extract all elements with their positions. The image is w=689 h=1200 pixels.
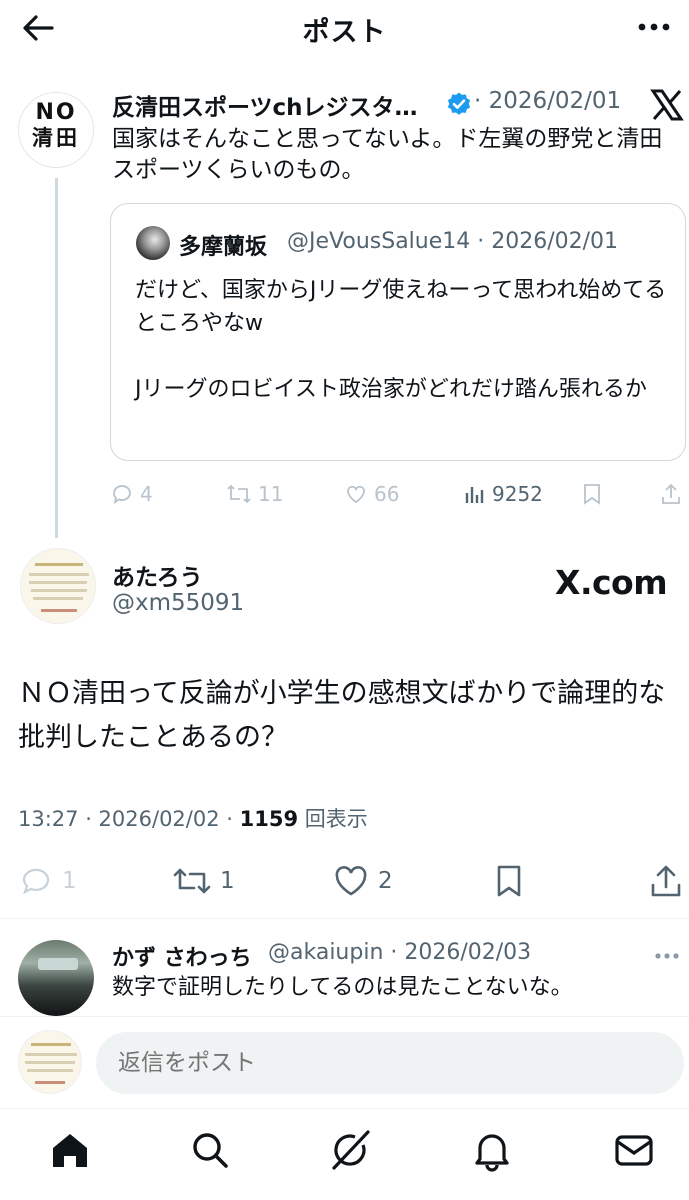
like-button[interactable]: 2 bbox=[332, 862, 393, 900]
top-header: ポスト bbox=[0, 0, 689, 56]
parent-repost-button[interactable]: 11 bbox=[226, 480, 283, 508]
quoted-handle-time: @JeVousSalue14 · 2026/02/01 bbox=[287, 229, 619, 254]
avatar-text: NO bbox=[35, 100, 77, 125]
main-tweet-meta: 13:27 · 2026/02/02 · 1159 回表示 bbox=[18, 803, 368, 833]
x-logo-icon[interactable] bbox=[650, 88, 684, 122]
post-time: 13:27 · 2026/02/02 · bbox=[18, 807, 240, 831]
parent-views-button[interactable]: 9252 bbox=[464, 480, 543, 508]
parent-like-button[interactable]: 66 bbox=[344, 480, 399, 508]
like-count: 2 bbox=[378, 868, 393, 894]
share-icon bbox=[648, 863, 684, 899]
repost-button[interactable]: 1 bbox=[172, 862, 235, 900]
grok-icon[interactable] bbox=[328, 1128, 372, 1172]
avatar-text: 清田 bbox=[32, 126, 80, 150]
views-count: 9252 bbox=[492, 482, 543, 506]
parent-display-name[interactable]: 反清田スポーツchレジスタ… bbox=[112, 88, 418, 122]
more-vertical-icon[interactable] bbox=[634, 12, 674, 42]
heart-icon bbox=[332, 863, 370, 899]
repost-count: 1 bbox=[220, 868, 235, 894]
parent-timestamp: · 2026/02/01 bbox=[474, 88, 622, 114]
quoted-tweet-text: だけど、国家からJリーグ使えねーって思われ始めてるところやなw Jリーグのロビイ… bbox=[135, 278, 667, 402]
compose-avatar bbox=[18, 1030, 82, 1094]
repost-count: 11 bbox=[258, 482, 284, 506]
parent-avatar[interactable]: NO 清田 bbox=[18, 92, 94, 168]
parent-reply-button[interactable]: 4 bbox=[110, 480, 153, 508]
main-display-name[interactable]: あたろう bbox=[112, 558, 203, 592]
reply-count: 4 bbox=[140, 482, 153, 506]
like-count: 66 bbox=[374, 482, 400, 506]
search-icon[interactable] bbox=[188, 1128, 232, 1172]
share-icon bbox=[660, 482, 682, 506]
parent-tweet-text: 国家はそんなこと思ってないよ。ド左翼の野党と清田スポーツくらいのもの。 bbox=[112, 126, 663, 183]
heart-icon bbox=[344, 482, 368, 506]
main-handle[interactable]: @xm55091 bbox=[112, 590, 244, 616]
reply-button[interactable]: 1 bbox=[18, 862, 77, 900]
thread-connector-line bbox=[55, 178, 58, 538]
bookmark-icon bbox=[581, 482, 603, 506]
reply-avatar[interactable] bbox=[18, 940, 94, 1016]
share-button[interactable] bbox=[648, 862, 684, 900]
verified-badge-icon bbox=[446, 91, 472, 117]
bookmark-button[interactable] bbox=[492, 862, 526, 900]
notifications-icon[interactable] bbox=[470, 1128, 514, 1172]
main-avatar[interactable] bbox=[20, 548, 96, 624]
parent-bookmark-button[interactable] bbox=[581, 480, 603, 508]
home-icon[interactable] bbox=[48, 1128, 92, 1172]
quoted-avatar bbox=[136, 226, 170, 260]
reply-icon bbox=[110, 482, 134, 506]
repost-icon bbox=[172, 863, 212, 899]
reply-handle-time: @akaiupin · 2026/02/03 bbox=[268, 940, 532, 965]
reply-icon bbox=[18, 863, 54, 899]
reply-count: 1 bbox=[62, 868, 77, 894]
reply-display-name[interactable]: かず さわっち bbox=[112, 940, 252, 972]
quoted-tweet-card[interactable]: 多摩蘭坂 @JeVousSalue14 · 2026/02/01 だけど、国家か… bbox=[110, 203, 686, 461]
more-horizontal-icon[interactable] bbox=[652, 944, 682, 968]
reply-text: 数字で証明したりしてるのは見たことないな。 bbox=[112, 975, 573, 1000]
views-label: 回表示 bbox=[298, 807, 368, 831]
xcom-logo: X.com bbox=[555, 563, 668, 602]
parent-share-button[interactable] bbox=[660, 480, 682, 508]
messages-icon[interactable] bbox=[612, 1128, 656, 1172]
quoted-display-name: 多摩蘭坂 bbox=[179, 235, 268, 260]
views-chart-icon bbox=[464, 482, 486, 506]
repost-icon bbox=[226, 482, 252, 506]
reply-compose-input[interactable] bbox=[96, 1032, 684, 1094]
page-title: ポスト bbox=[302, 17, 387, 48]
main-tweet-text: ＮＯ清田って反論が小学生の感想文ばかりで論理的な批判したことあるの？ bbox=[18, 678, 666, 753]
divider bbox=[0, 918, 689, 919]
bookmark-icon bbox=[492, 863, 526, 899]
views-count[interactable]: 1159 bbox=[240, 807, 298, 831]
